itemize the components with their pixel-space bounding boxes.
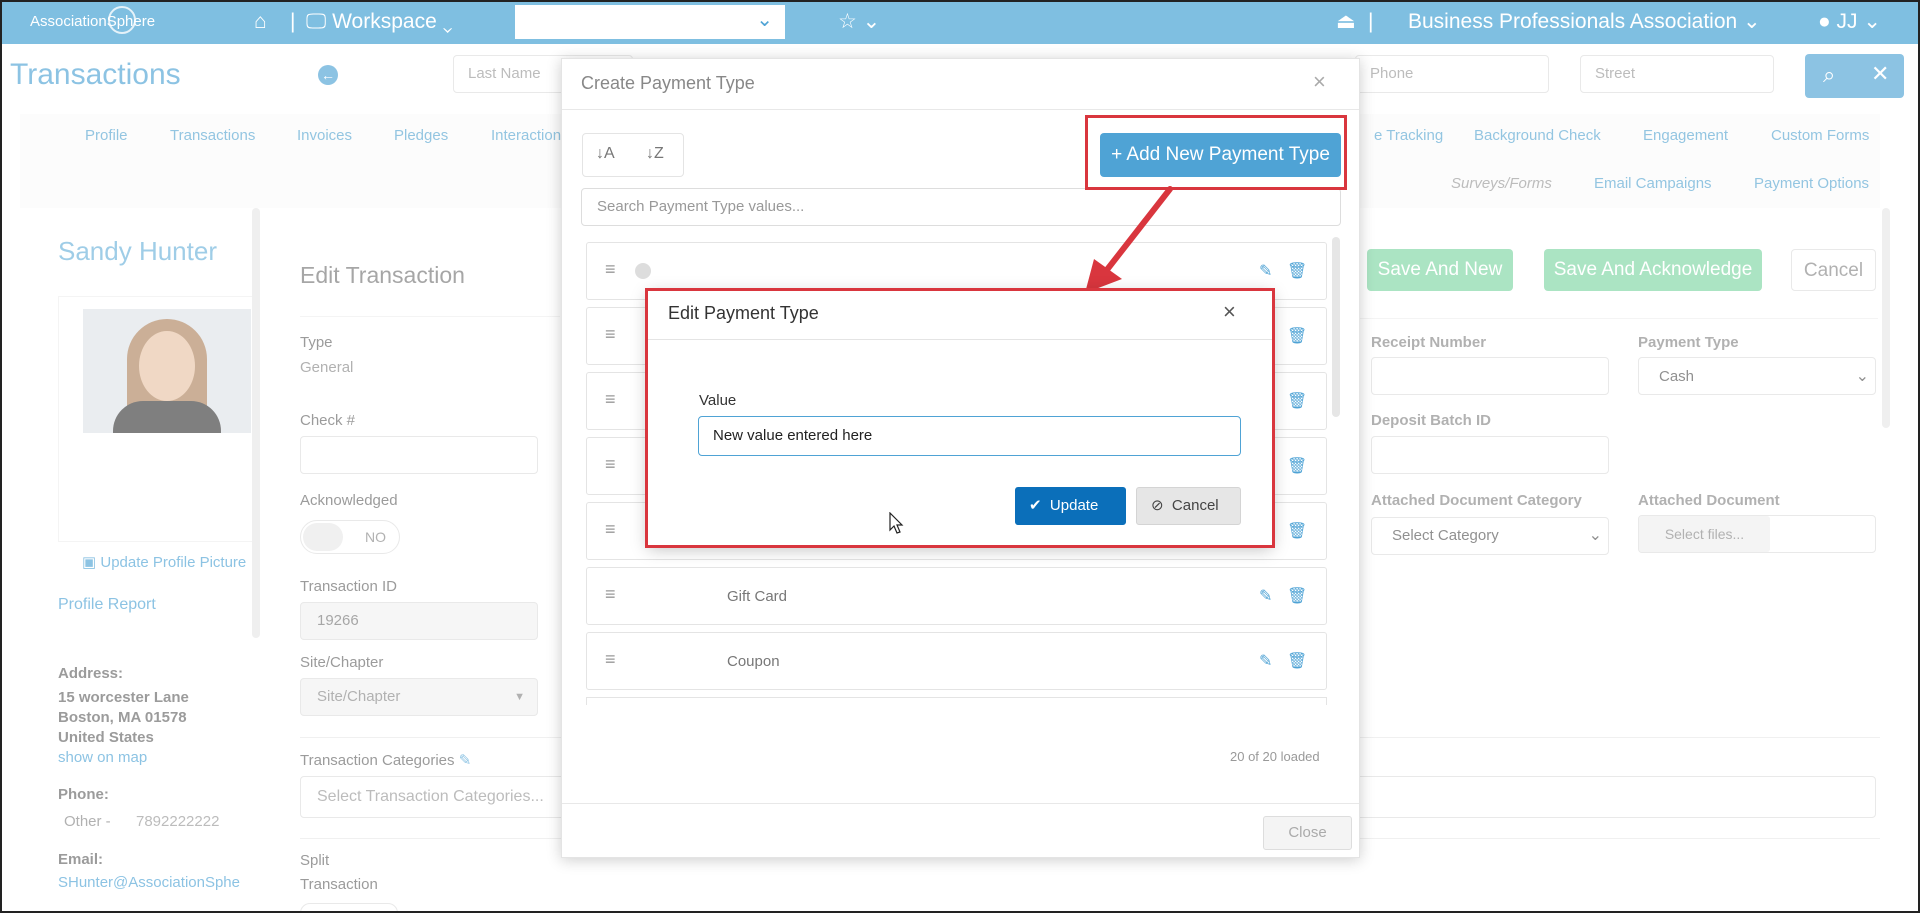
user-menu[interactable]: ● JJ ⌄ [1818,0,1881,44]
drag-handle-icon[interactable]: ≡ [605,649,616,670]
modal-close-button[interactable]: Close [1263,816,1352,850]
list-item[interactable]: ≡ Gift Card ✎ 🗑 [586,567,1327,625]
list-item[interactable]: ≡ Coupon ✎ 🗑 [586,632,1327,690]
user-icon: ● [1818,10,1831,33]
sort-buttons: ↓A ↓Z [582,133,684,177]
modal-title: Create Payment Type [581,73,755,93]
mouse-cursor-icon [889,512,904,534]
modal-close-icon[interactable]: × [1313,69,1326,95]
drag-handle-icon[interactable]: ≡ [605,454,616,475]
trash-icon[interactable]: 🗑 [1287,261,1307,281]
pointer-arrow [1085,186,1173,293]
trash-icon[interactable]: 🗑 [1287,326,1307,346]
workspace-menu[interactable]: 🖵 Workspace ⌄ [306,0,453,44]
trash-icon[interactable]: 🗑 [1287,651,1307,671]
payment-type-search[interactable]: Search Payment Type values... [581,188,1341,226]
highlight-box [645,288,1275,548]
sort-ascending-icon[interactable]: ↓A [596,145,615,163]
sort-descending-icon[interactable]: ↓Z [646,145,664,163]
divider [562,803,1359,804]
divider [562,109,1359,110]
list-item-label: Gift Card [727,588,788,605]
notification-icon[interactable]: ⏏ [1336,0,1356,44]
edit-icon[interactable]: ✎ [1259,261,1272,281]
monitor-icon: 🖵 [306,10,327,33]
org-name: Business Professionals Association [1408,10,1738,33]
star-icon: ☆ [838,10,857,33]
favorites-menu[interactable]: ☆ ⌄ [838,0,880,44]
separator: | [290,10,296,33]
drag-handle-icon[interactable]: ≡ [605,259,616,280]
org-menu[interactable]: Business Professionals Association ⌄ [1408,0,1761,44]
trash-icon[interactable]: 🗑 [1287,456,1307,476]
list-item-label: Coupon [727,653,780,670]
top-navbar: AssociationSphere ⌂ | 🖵 Workspace ⌄ ⌄ ☆ … [0,0,1920,44]
drag-handle-icon[interactable]: ≡ [605,324,616,345]
chevron-down-icon: ⌄ [1863,10,1881,33]
highlight-box [1085,115,1347,190]
chevron-down-icon: ⌄ [756,9,773,31]
trash-icon[interactable]: 🗑 [1287,521,1307,541]
loaded-count: 20 of 20 loaded [1230,749,1320,764]
chevron-down-icon: ⌄ [1743,10,1761,33]
app-logo[interactable]: AssociationSphere [30,6,155,36]
list-item-partial [586,697,1327,705]
drag-handle-icon[interactable]: ≡ [605,389,616,410]
workspace-label: Workspace [332,10,437,33]
chevron-down-icon: ⌄ [862,10,881,33]
edit-icon[interactable]: ✎ [1259,651,1272,671]
home-icon[interactable]: ⌂ [254,0,267,44]
workspace-search[interactable]: ⌄ [515,5,785,39]
status-dot [635,263,651,279]
drag-handle-icon[interactable]: ≡ [605,584,616,605]
trash-icon[interactable]: 🗑 [1287,391,1307,411]
user-initials: JJ [1836,10,1858,33]
logo-text: AssociationSphere [30,13,156,30]
separator: | [1368,10,1374,33]
globe-icon [108,6,136,34]
trash-icon[interactable]: 🗑 [1287,586,1307,606]
list-scrollbar[interactable] [1332,237,1340,417]
edit-icon[interactable]: ✎ [1259,586,1272,606]
chevron-down-icon: ⌄ [442,10,453,33]
drag-handle-icon[interactable]: ≡ [605,519,616,540]
